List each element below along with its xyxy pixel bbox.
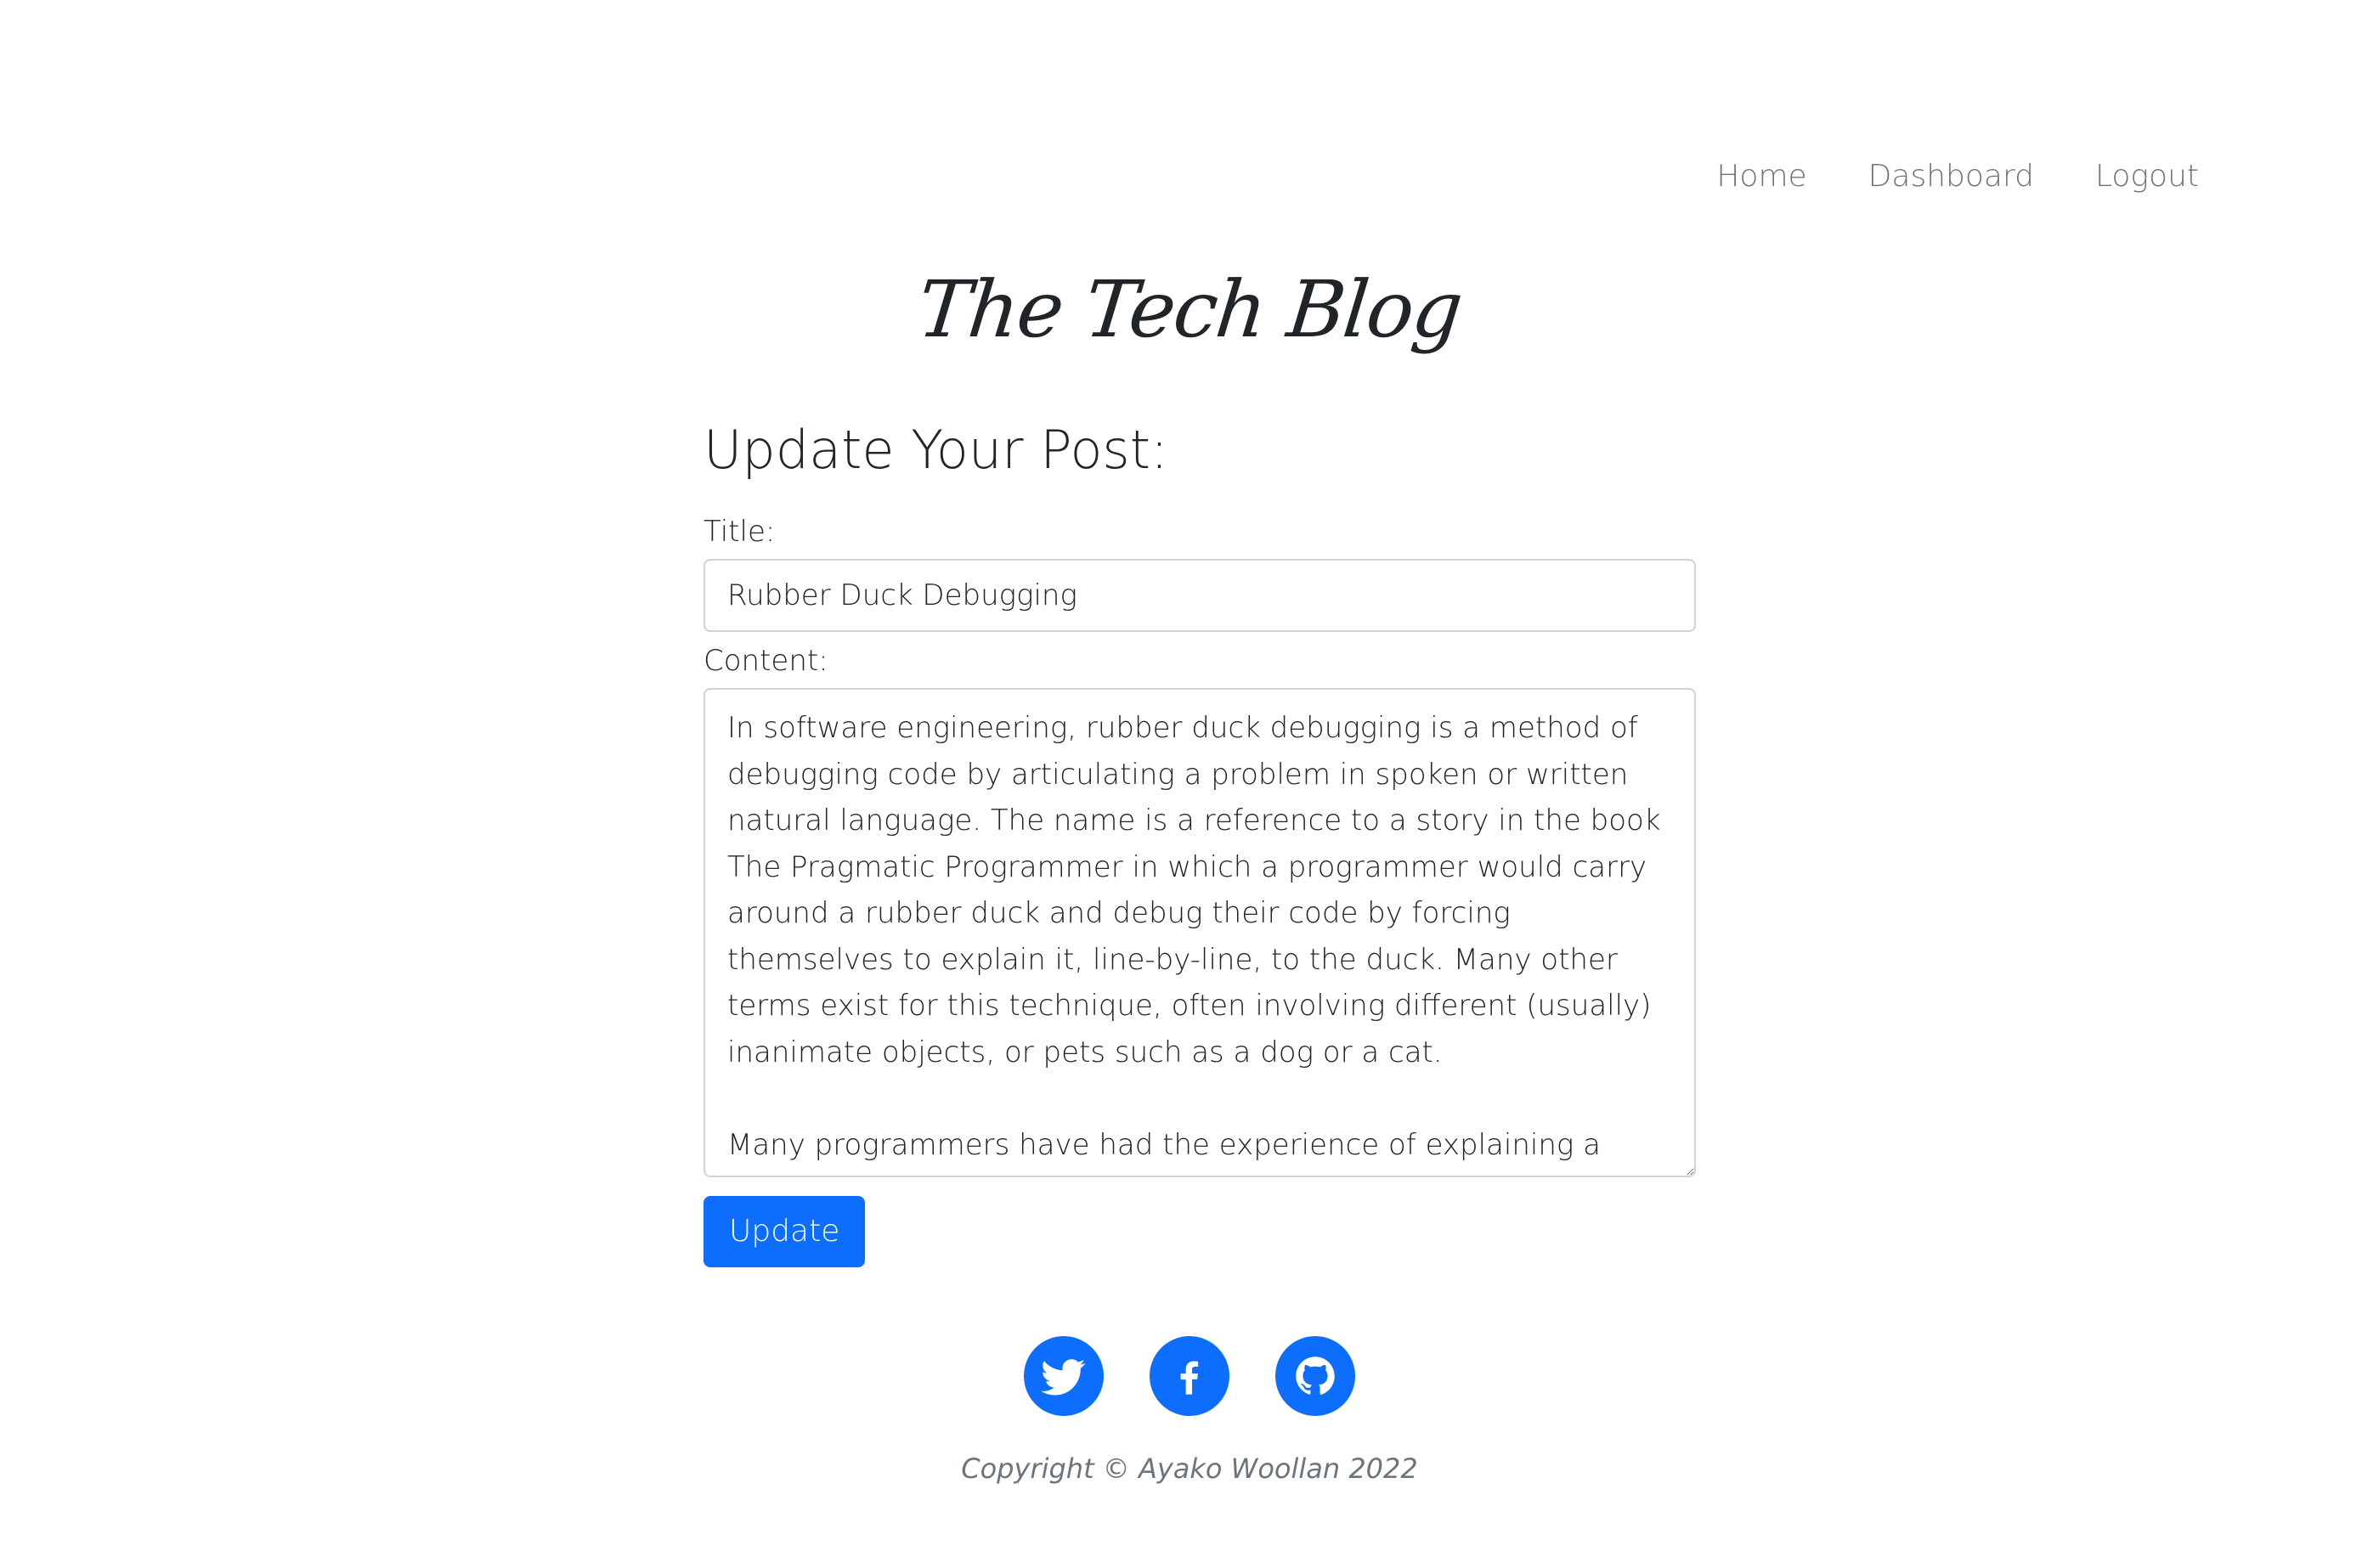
- top-nav: Home Dashboard Logout: [1686, 153, 2199, 200]
- content-textarea[interactable]: In software engineering, rubber duck deb…: [704, 688, 1696, 1177]
- github-link[interactable]: [1275, 1336, 1355, 1416]
- content-label: Content:: [704, 644, 828, 678]
- form-heading: Update Your Post:: [704, 419, 1168, 481]
- nav-logout-link[interactable]: Logout: [2065, 153, 2199, 200]
- facebook-link[interactable]: [1150, 1336, 1229, 1416]
- twitter-link[interactable]: [1024, 1336, 1104, 1416]
- title-input[interactable]: [704, 559, 1696, 632]
- github-icon: [1296, 1356, 1335, 1395]
- social-links: [0, 1336, 2379, 1416]
- title-label: Title:: [704, 515, 776, 549]
- update-post-form: Update Your Post: Title: Content: In sof…: [704, 408, 1696, 1267]
- nav-home-link[interactable]: Home: [1686, 153, 1837, 200]
- nav-dashboard-link[interactable]: Dashboard: [1838, 153, 2065, 200]
- update-button[interactable]: Update: [704, 1196, 866, 1267]
- facebook-icon: [1180, 1361, 1199, 1395]
- copyright-text: Copyright © Ayako Woollan 2022: [961, 1452, 1418, 1485]
- twitter-icon: [1042, 1359, 1086, 1396]
- page: Home Dashboard Logout The Tech Blog Upda…: [0, 0, 2379, 1568]
- site-logo: The Tech Blog: [913, 264, 1466, 355]
